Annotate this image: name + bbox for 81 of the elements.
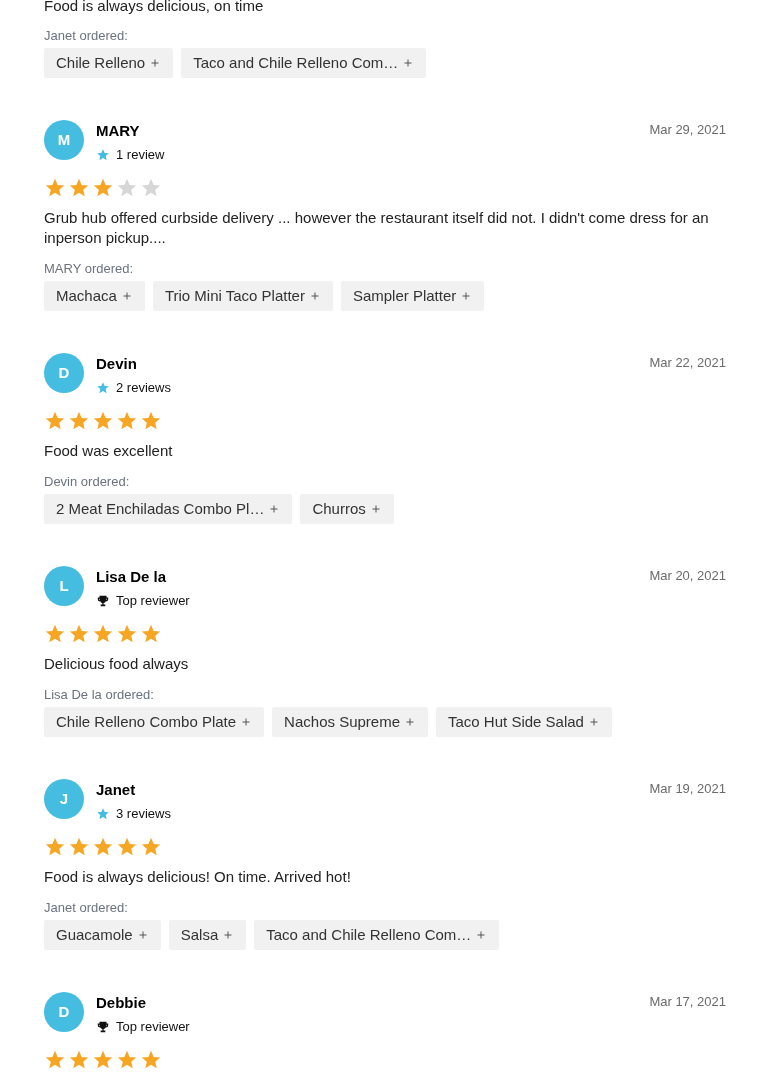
reviewer-status-label: 3 reviews (116, 805, 171, 824)
star-icon (44, 623, 66, 645)
plus-icon (460, 290, 473, 302)
star-icon (140, 836, 162, 858)
star-icon (140, 177, 162, 199)
star-icon (68, 623, 90, 645)
menu-item-button[interactable]: Chile Relleno Combo Plate (44, 707, 265, 737)
reviewer-name: MARY (96, 121, 141, 141)
avatar: D (44, 353, 84, 393)
review-date: Mar 20, 2021 (649, 567, 726, 585)
review-date: Mar 19, 2021 (649, 780, 726, 798)
review-text: Food is always delicious! On time. Arrived hot! (44, 867, 352, 887)
avatar: M (44, 120, 84, 160)
menu-item-button[interactable]: Trio Mini Taco Platter (152, 281, 333, 311)
ordered-label: Lisa De la ordered: (44, 687, 155, 703)
star-icon (92, 410, 114, 432)
review-text: Grub hub offered curbside delivery ... however the restaurant itself did not. I didn't come dress for an inperson pickup.... (44, 208, 710, 248)
review-text: Delicious food always (44, 654, 190, 674)
menu-item-button[interactable]: Taco Hut Side Salad (436, 707, 612, 737)
star-icon (92, 1049, 114, 1071)
star-icon (116, 836, 138, 858)
menu-item-button[interactable]: 2 Meat Enchiladas Combo Pl… (44, 494, 293, 524)
review-text: Food is always delicious, on time (44, 0, 265, 16)
star-icon (140, 623, 162, 645)
plus-icon (222, 929, 235, 941)
reviewer-name: Lisa De la (96, 567, 168, 587)
reviewer-name: Janet (96, 780, 137, 800)
star-icon (44, 836, 66, 858)
star-icon (116, 1049, 138, 1071)
star-icon (116, 410, 138, 432)
star-icon (68, 177, 90, 199)
star-icon (116, 623, 138, 645)
avatar: L (44, 566, 84, 606)
plus-icon (402, 57, 415, 69)
review-date: Mar 29, 2021 (649, 121, 726, 139)
menu-item-button[interactable]: Machaca (44, 281, 145, 311)
star-icon (96, 381, 110, 395)
reviewer-status-label: 2 reviews (116, 379, 171, 398)
ordered-label: Janet ordered: (44, 28, 129, 44)
star-icon (68, 836, 90, 858)
menu-item-button[interactable]: Nachos Supreme (272, 707, 428, 737)
ordered-label: Janet ordered: (44, 900, 129, 916)
star-icon (140, 410, 162, 432)
menu-item-button[interactable]: Salsa (168, 920, 247, 950)
star-icon (116, 177, 138, 199)
reviewer-status-label: Top reviewer (116, 1018, 190, 1037)
star-icon (92, 836, 114, 858)
avatar: D (44, 992, 84, 1032)
menu-item-button[interactable]: Taco and Chile Relleno Com… (181, 48, 427, 78)
menu-item-button[interactable]: Guacamole (44, 920, 161, 950)
star-icon (68, 1049, 90, 1071)
review-date: Mar 22, 2021 (649, 354, 726, 372)
plus-icon (240, 716, 253, 728)
reviewer-name: Debbie (96, 993, 147, 1013)
trophy-icon (96, 1020, 110, 1034)
reviewer-status-label: Top reviewer (116, 592, 190, 611)
star-icon (44, 1049, 66, 1071)
menu-item-button[interactable]: Chile Relleno (44, 48, 174, 78)
star-icon (92, 177, 114, 199)
star-icon (96, 148, 110, 162)
review-date: Mar 17, 2021 (649, 993, 726, 1011)
ordered-label: Devin ordered: (44, 474, 131, 490)
trophy-icon (96, 594, 110, 608)
star-icon (92, 623, 114, 645)
reviewer-name: Devin (96, 354, 138, 374)
review-text: Food was excellent (44, 441, 174, 461)
star-icon (68, 410, 90, 432)
star-icon (44, 177, 66, 199)
star-icon (96, 807, 110, 821)
menu-item-button[interactable]: Sampler Platter (340, 281, 485, 311)
plus-icon (404, 716, 416, 728)
plus-icon (475, 929, 488, 941)
star-icon (140, 1049, 162, 1071)
ordered-label: MARY ordered: (44, 261, 135, 277)
plus-icon (268, 503, 281, 515)
star-icon (44, 410, 66, 432)
avatar: J (44, 779, 84, 819)
menu-item-button[interactable]: Taco and Chile Relleno Com… (254, 920, 500, 950)
menu-item-button[interactable]: Churros (300, 494, 394, 524)
plus-icon (149, 57, 162, 69)
reviewer-status-label: 1 review (116, 146, 165, 165)
